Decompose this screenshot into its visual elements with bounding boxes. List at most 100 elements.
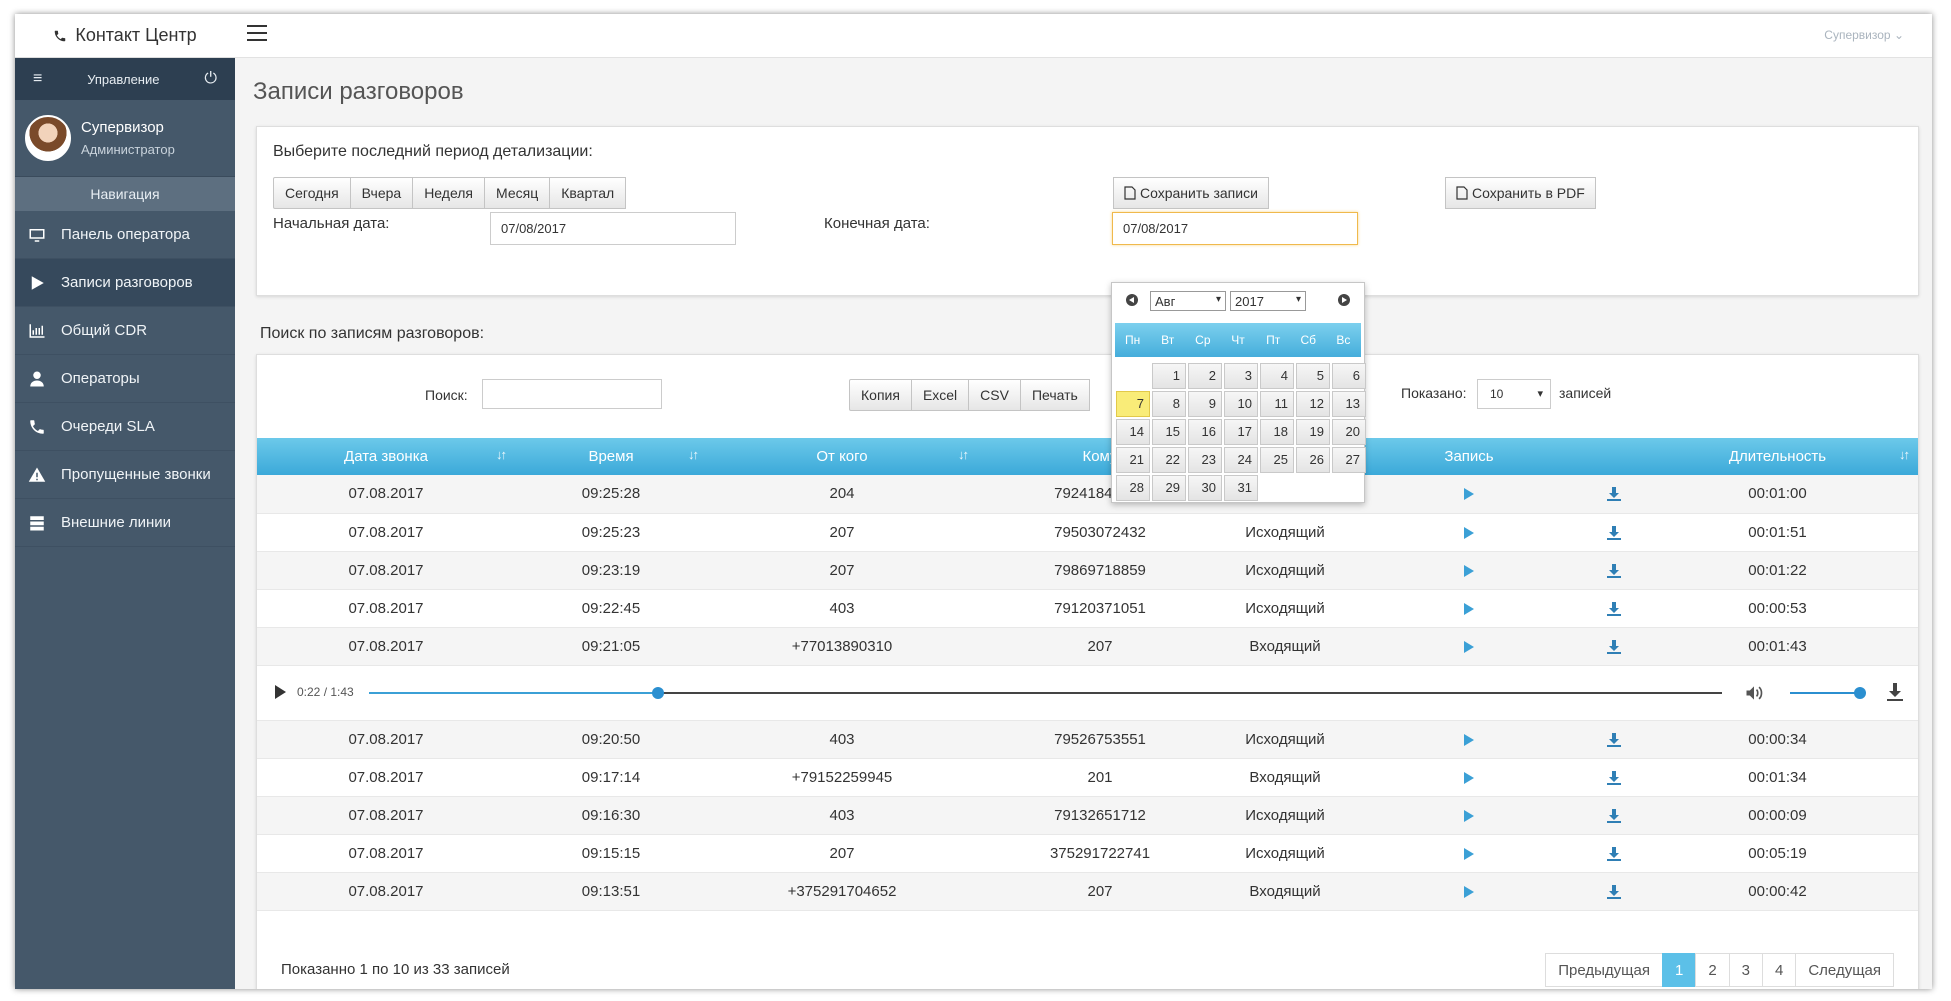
download-icon[interactable]	[1607, 562, 1621, 579]
player-progress-bar[interactable]	[369, 686, 1722, 699]
page-2-button[interactable]: 2	[1695, 953, 1730, 987]
table-row[interactable]: 07.08.2017 09:25:23 207 79503072432 Исходящи…	[257, 513, 1918, 552]
day-cell[interactable]: 7	[1116, 391, 1150, 417]
day-cell[interactable]: 5	[1296, 363, 1330, 389]
play-icon[interactable]	[1464, 771, 1474, 784]
download-icon[interactable]	[1607, 731, 1621, 748]
print-button[interactable]: Печать	[1019, 379, 1090, 411]
table-row[interactable]: 07.08.2017 09:22:45 403 79120371051 Исходящи…	[257, 589, 1918, 628]
download-icon[interactable]	[1607, 600, 1621, 617]
download-icon[interactable]	[1886, 682, 1904, 706]
table-row[interactable]: 07.08.2017 09:20:50 403 79526753551 Исходящи…	[257, 720, 1918, 759]
day-cell[interactable]: 30	[1188, 475, 1222, 501]
day-cell[interactable]: 9	[1188, 391, 1222, 417]
download-icon[interactable]	[1607, 807, 1621, 824]
table-row[interactable]: 07.08.2017 09:21:05 +77013890310 207 Входящи…	[257, 627, 1918, 666]
quarter-button[interactable]: Квартал	[549, 177, 627, 209]
day-cell[interactable]: 3	[1224, 363, 1258, 389]
save-records-button[interactable]: Сохранить записи	[1113, 177, 1269, 209]
day-cell[interactable]: 21	[1116, 447, 1150, 473]
brand[interactable]: Контакт Центр	[15, 14, 235, 58]
column-header-time[interactable]: Время ↓↑	[515, 438, 707, 475]
play-icon[interactable]	[1464, 488, 1474, 501]
sidebar-item-cdr[interactable]: Общий CDR	[15, 307, 235, 355]
day-cell[interactable]: 4	[1260, 363, 1294, 389]
copy-button[interactable]: Копия	[849, 379, 912, 411]
day-cell[interactable]: 31	[1224, 475, 1258, 501]
hamburger-icon[interactable]	[247, 25, 267, 41]
play-icon[interactable]	[1464, 847, 1474, 860]
column-header-duration[interactable]: Длительность ↓↑	[1637, 438, 1918, 475]
month-button[interactable]: Месяц	[484, 177, 551, 209]
sidebar-item-call-records[interactable]: Записи разговоров	[15, 259, 235, 307]
player-play-button[interactable]	[275, 684, 286, 699]
download-icon[interactable]	[1607, 524, 1621, 541]
user-menu[interactable]: Супервизор ⌄	[1824, 28, 1904, 42]
day-cell[interactable]: 16	[1188, 419, 1222, 445]
day-cell[interactable]: 11	[1260, 391, 1294, 417]
table-row[interactable]: 07.08.2017 09:17:14 +79152259945 201 Входящи…	[257, 758, 1918, 797]
player-progress-handle[interactable]	[652, 686, 664, 699]
day-cell[interactable]: 22	[1152, 447, 1186, 473]
volume-handle[interactable]	[1854, 686, 1866, 699]
table-row[interactable]: 07.08.201709:25:2820479241843035Исходящи…	[257, 475, 1918, 514]
sidebar-item-sla-queues[interactable]: Очереди SLA	[15, 403, 235, 451]
download-icon[interactable]	[1607, 845, 1621, 862]
volume-slider[interactable]	[1790, 686, 1866, 699]
day-cell[interactable]: 10	[1224, 391, 1258, 417]
csv-button[interactable]: CSV	[968, 379, 1021, 411]
day-cell[interactable]: 29	[1152, 475, 1186, 501]
table-row[interactable]: 07.08.2017 09:16:30 403 79132651712 Исходящи…	[257, 796, 1918, 835]
power-icon[interactable]: ⏻	[204, 70, 217, 88]
page-3-button[interactable]: 3	[1728, 953, 1763, 987]
sidebar-item-operator-panel[interactable]: Панель оператора	[15, 211, 235, 259]
play-icon[interactable]	[1464, 885, 1474, 898]
download-icon[interactable]	[1607, 769, 1621, 786]
week-button[interactable]: Неделя	[412, 177, 486, 209]
search-input[interactable]	[482, 379, 662, 409]
prev-month-icon[interactable]	[1126, 294, 1138, 306]
excel-button[interactable]: Excel	[910, 379, 970, 411]
day-cell[interactable]: 20	[1332, 419, 1366, 445]
prev-page-button[interactable]: Предыдущая	[1545, 953, 1663, 987]
day-cell[interactable]: 15	[1152, 419, 1186, 445]
day-cell[interactable]: 18	[1260, 419, 1294, 445]
sidebar-item-operators[interactable]: Операторы	[15, 355, 235, 403]
column-header-date[interactable]: Дата звонка ↓↑	[257, 438, 515, 475]
play-icon[interactable]	[1464, 640, 1474, 653]
download-icon[interactable]	[1607, 883, 1621, 900]
day-cell[interactable]: 25	[1260, 447, 1294, 473]
day-cell[interactable]: 14	[1116, 419, 1150, 445]
page-1-button[interactable]: 1	[1661, 953, 1697, 987]
sidebar-item-missed-calls[interactable]: Пропущенные звонки	[15, 451, 235, 499]
sidebar-item-external-lines[interactable]: Внешние линии	[15, 499, 235, 547]
play-icon[interactable]	[1464, 564, 1474, 577]
day-cell[interactable]: 24	[1224, 447, 1258, 473]
day-cell[interactable]: 23	[1188, 447, 1222, 473]
table-row[interactable]: 07.08.2017 09:23:19 207 79869718859 Исходящи…	[257, 551, 1918, 590]
day-cell[interactable]: 6	[1332, 363, 1366, 389]
day-cell[interactable]: 8	[1152, 391, 1186, 417]
page-4-button[interactable]: 4	[1762, 953, 1797, 987]
day-cell[interactable]: 17	[1224, 419, 1258, 445]
day-cell[interactable]: 13	[1332, 391, 1366, 417]
start-date-input[interactable]: 07/08/2017	[490, 212, 736, 245]
page-size-select[interactable]: 10	[1477, 379, 1551, 409]
next-month-icon[interactable]	[1338, 294, 1350, 306]
menu-icon[interactable]: ≡	[33, 70, 42, 88]
month-select[interactable]: Авг	[1150, 291, 1226, 311]
year-select[interactable]: 2017	[1230, 291, 1306, 311]
day-cell[interactable]: 28	[1116, 475, 1150, 501]
column-header-from[interactable]: От кого ↓↑	[707, 438, 977, 475]
day-cell[interactable]: 2	[1188, 363, 1222, 389]
yesterday-button[interactable]: Вчера	[349, 177, 414, 209]
day-cell[interactable]: 1	[1152, 363, 1186, 389]
day-cell[interactable]: 19	[1296, 419, 1330, 445]
today-button[interactable]: Сегодня	[273, 177, 351, 209]
play-icon[interactable]	[1464, 809, 1474, 822]
volume-icon[interactable]	[1744, 683, 1764, 707]
play-icon[interactable]	[1464, 733, 1474, 746]
save-pdf-button[interactable]: Сохранить в PDF	[1445, 177, 1596, 209]
download-icon[interactable]	[1607, 638, 1621, 655]
next-page-button[interactable]: Следущая	[1795, 953, 1894, 987]
